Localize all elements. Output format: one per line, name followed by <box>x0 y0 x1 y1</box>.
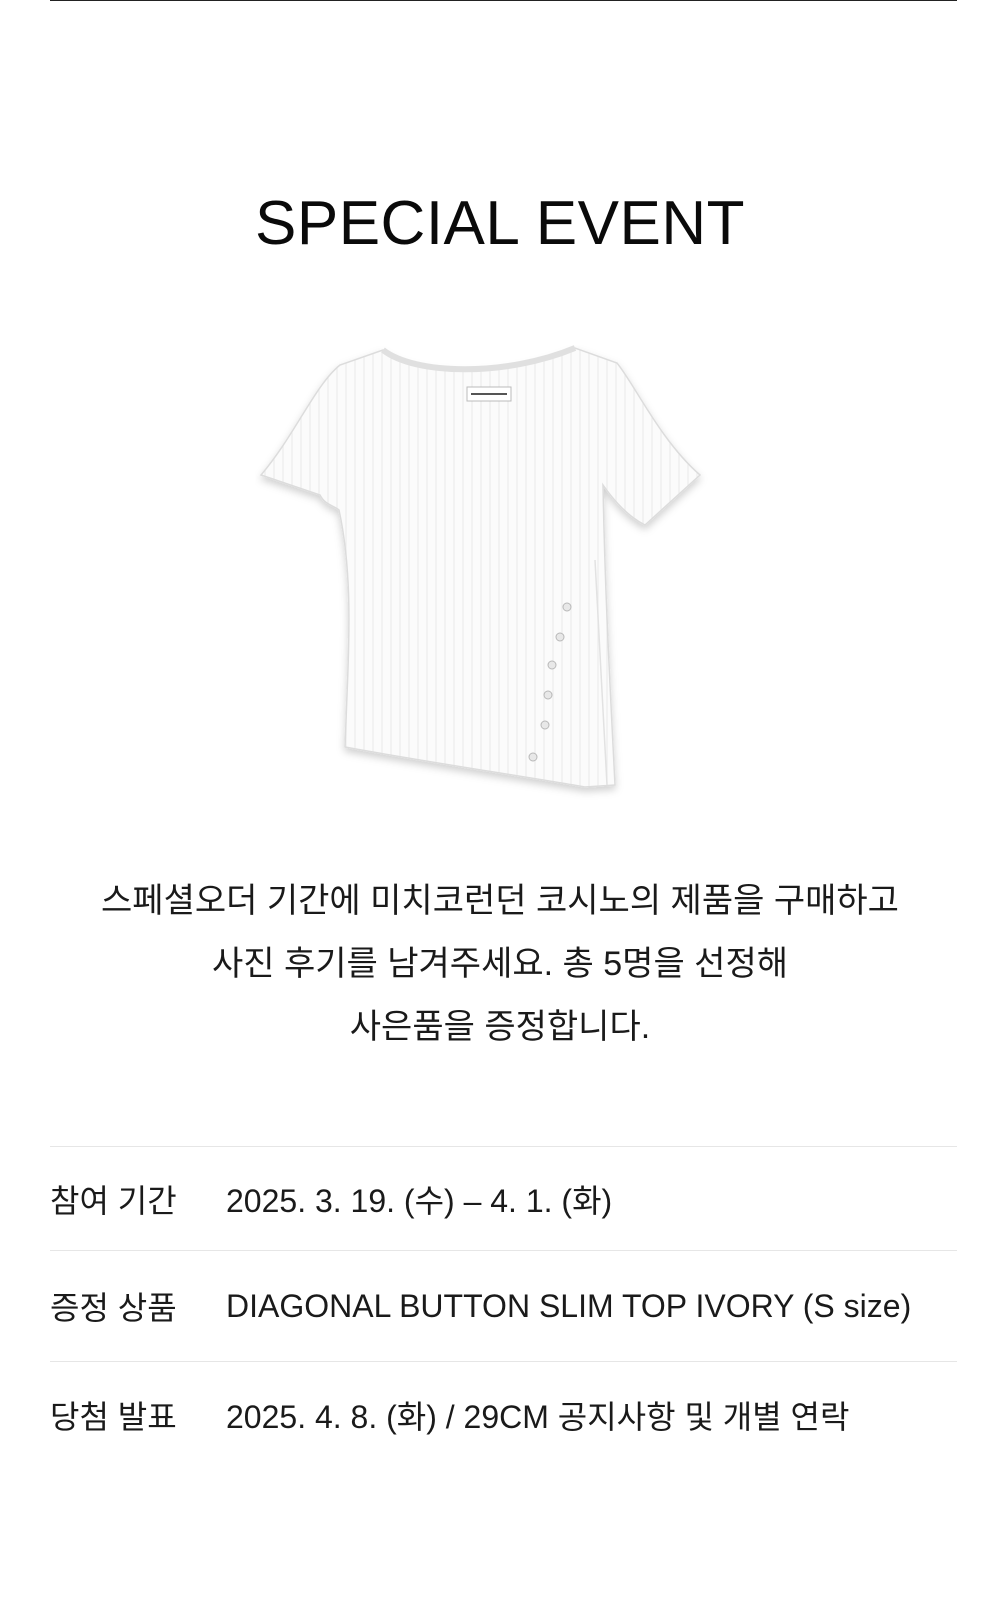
description-line: 사은품을 증정합니다. <box>349 1008 651 1046</box>
info-row-announcement: 당첨 발표 2025. 4. 8. (화) / 29CM 공지사항 및 개별 연… <box>50 1361 957 1468</box>
info-row-gift: 증정 상품 DIAGONAL BUTTON SLIM TOP IVORY (S … <box>50 1250 957 1361</box>
info-value: 2025. 4. 8. (화) / 29CM 공지사항 및 개별 연락 <box>226 1399 850 1435</box>
event-info-table: 참여 기간 2025. 3. 19. (수) – 4. 1. (화) 증정 상품… <box>50 1146 957 1468</box>
info-label: 참여 기간 <box>50 1182 177 1219</box>
top-divider <box>50 0 957 1</box>
info-label: 증정 상품 <box>50 1290 177 1326</box>
info-value: DIAGONAL BUTTON SLIM TOP IVORY (S size) <box>226 1287 912 1324</box>
page-title: SPECIAL EVENT <box>254 189 746 258</box>
description-line: 사진 후기를 남겨주세요. 총 5명을 선정해 <box>211 945 789 983</box>
description-line: 스페셜오더 기간에 미치코런던 코시노의 제품을 구매하고 <box>101 882 899 920</box>
info-row-period: 참여 기간 2025. 3. 19. (수) – 4. 1. (화) <box>50 1146 957 1250</box>
event-description: 스페셜오더 기간에 미치코런던 코시노의 제품을 구매하고 사진 후기를 남겨주… <box>0 870 1000 1059</box>
info-label: 당첨 발표 <box>50 1399 177 1435</box>
info-value: 2025. 3. 19. (수) – 4. 1. (화) <box>226 1182 613 1219</box>
product-image <box>255 345 735 823</box>
